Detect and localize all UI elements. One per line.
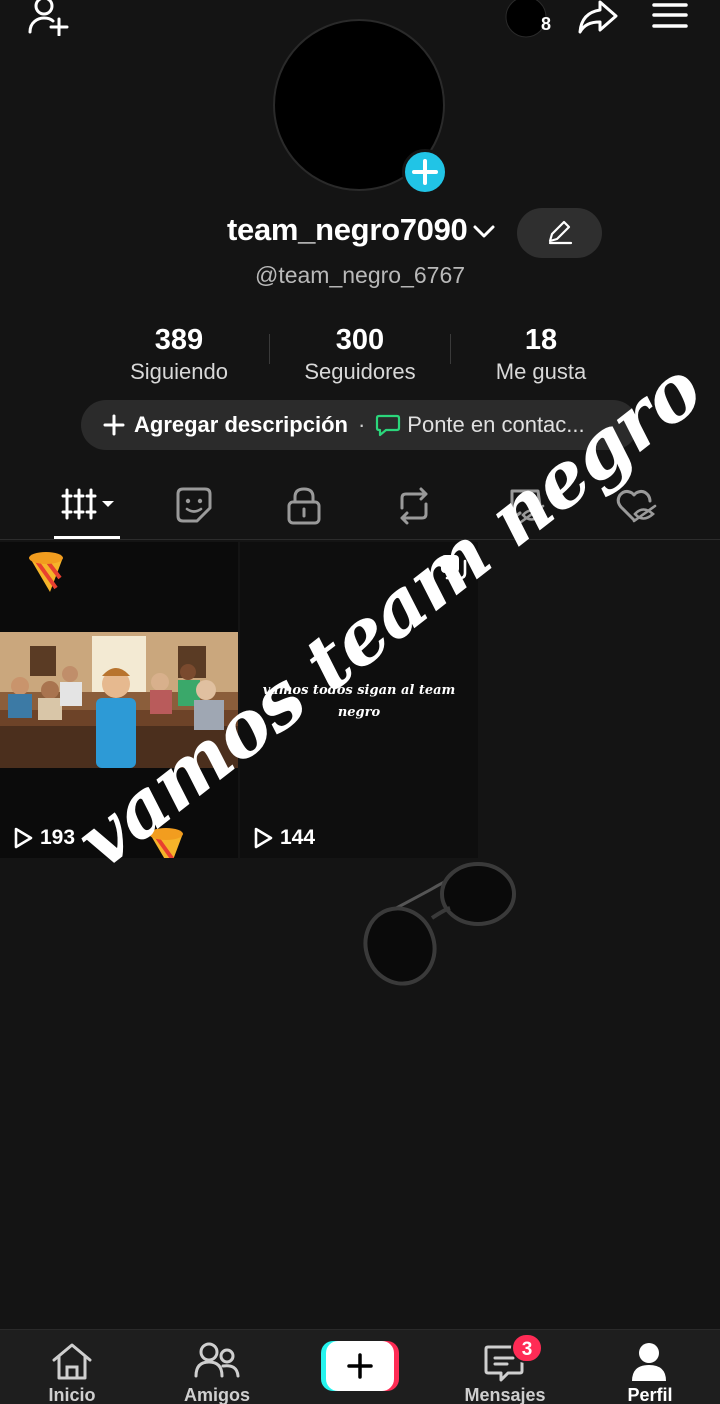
- following-count: 389: [154, 324, 204, 356]
- username[interactable]: team_negro7090: [227, 212, 468, 248]
- nav-profile[interactable]: Perfil: [580, 1330, 720, 1404]
- menu-icon[interactable]: [652, 2, 688, 30]
- pencil-icon: [548, 220, 573, 245]
- account-switch-chevron-icon[interactable]: [472, 222, 496, 242]
- chat-bubble-icon: [376, 414, 401, 437]
- bottom-navigation: Inicio Amigos Mensajes Perfil: [0, 1329, 720, 1404]
- plus-icon: [412, 159, 438, 185]
- add-description-button[interactable]: Agregar descripción: [134, 412, 348, 438]
- add-avatar-button[interactable]: [402, 149, 448, 195]
- nav-friends[interactable]: Amigos: [147, 1330, 287, 1404]
- followers-label: Seguidores: [304, 359, 416, 384]
- liked-hidden-icon: [616, 489, 657, 523]
- tab-private[interactable]: [286, 486, 322, 548]
- lock-icon: [287, 487, 321, 525]
- nav-home[interactable]: Inicio: [2, 1330, 142, 1404]
- followers-stat[interactable]: 300 Seguidores: [270, 322, 450, 386]
- nav-profile-label: Perfil: [627, 1385, 673, 1404]
- view-count: 144: [252, 826, 315, 850]
- tab-favorites[interactable]: [175, 486, 213, 548]
- notification-count: 8: [541, 14, 552, 34]
- friends-icon: [194, 1342, 240, 1378]
- following-label: Siguiendo: [130, 359, 228, 384]
- party-popper-icon: [29, 552, 63, 592]
- nav-messages-label: Mensajes: [464, 1385, 546, 1404]
- repost-icon: [400, 487, 428, 525]
- play-icon: [14, 827, 33, 849]
- separator-dot: ·: [357, 412, 366, 437]
- username-label: team_negro7090: [227, 212, 468, 247]
- likes-stat[interactable]: 18 Me gusta: [451, 322, 631, 386]
- active-tab-indicator: [54, 536, 120, 539]
- profile-icon: [632, 1343, 666, 1381]
- play-icon: [254, 827, 273, 849]
- nav-friends-label: Amigos: [183, 1385, 250, 1404]
- followers-count: 300: [335, 324, 385, 356]
- likes-label: Me gusta: [495, 359, 587, 384]
- nav-messages[interactable]: Mensajes: [435, 1330, 575, 1404]
- sticker-icon: [176, 487, 212, 523]
- create-button[interactable]: [321, 1341, 399, 1391]
- grid-videos-icon: [61, 488, 114, 520]
- plus-icon: [103, 414, 125, 436]
- edit-profile-button[interactable]: [517, 208, 602, 258]
- profile-handle: @team_negro_6767: [254, 262, 466, 288]
- home-icon: [52, 1343, 92, 1380]
- add-friend-icon[interactable]: [26, 0, 72, 36]
- view-count-value: 144: [280, 826, 316, 849]
- following-stat[interactable]: 389 Siguiendo: [89, 322, 269, 386]
- view-count: 193: [12, 826, 75, 850]
- share-icon[interactable]: [578, 0, 620, 36]
- messages-badge: 3: [511, 1333, 543, 1363]
- create-plus-icon: [321, 1341, 399, 1391]
- view-count-value: 193: [40, 826, 76, 849]
- nav-home-label: Inicio: [48, 1385, 96, 1404]
- tab-liked[interactable]: [615, 486, 657, 548]
- sunglasses-icon: [363, 862, 516, 986]
- likes-count: 18: [524, 324, 558, 356]
